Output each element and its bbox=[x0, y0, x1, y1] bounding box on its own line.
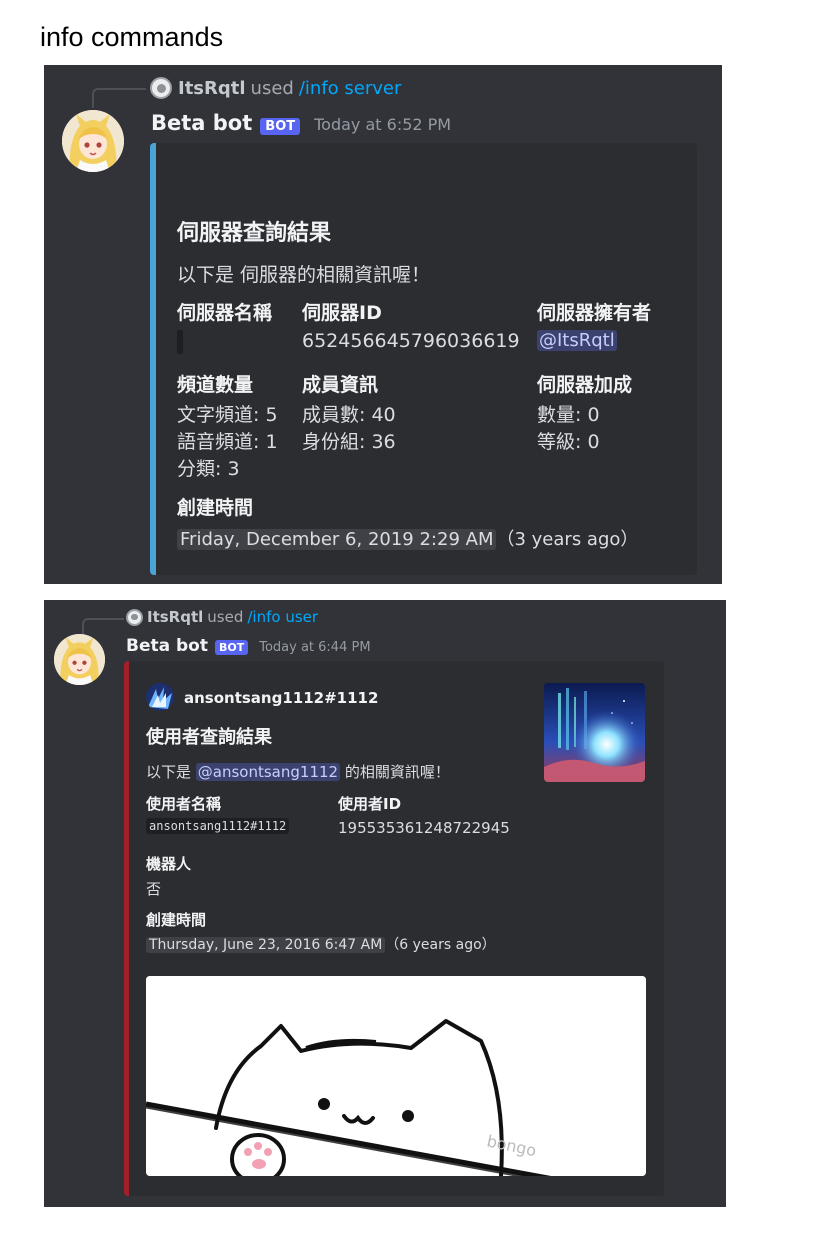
field-boost-label: 伺服器加成 bbox=[537, 374, 633, 396]
server-info-screenshot: ItsRqtl used /info server Beta bot BOT T… bbox=[44, 65, 722, 584]
field-members-label: 成員資訊 bbox=[302, 374, 379, 396]
bot-avatar[interactable] bbox=[54, 634, 105, 685]
field-bot-label: 機器人 bbox=[146, 855, 192, 873]
embed-description: 以下是 伺服器的相關資訊喔！ bbox=[177, 264, 431, 286]
description-prefix: 以下是 bbox=[146, 763, 196, 781]
created-relative: （3 years ago） bbox=[496, 529, 639, 550]
created-timestamp[interactable]: Thursday, June 23, 2016 6:47 AM bbox=[146, 937, 386, 953]
embed-thumbnail[interactable] bbox=[544, 683, 645, 782]
reply-connector bbox=[92, 88, 146, 108]
message-header: Beta bot BOT Today at 6:52 PM bbox=[151, 111, 451, 135]
reply-line[interactable]: ItsRqtl used /info user bbox=[126, 608, 318, 626]
embed-title: 伺服器查詢結果 bbox=[177, 221, 332, 246]
user-mention[interactable]: @ansontsang1112 bbox=[195, 763, 341, 781]
bot-avatar[interactable] bbox=[62, 110, 124, 172]
field-created-label: 創建時間 bbox=[177, 497, 254, 519]
field-channels-line: 語音頻道: 1 bbox=[177, 431, 278, 453]
embed-author-avatar[interactable] bbox=[146, 683, 174, 711]
field-user-id-label: 使用者ID bbox=[338, 795, 402, 813]
field-members-line: 成員數: 40 bbox=[302, 404, 396, 426]
field-server-owner-value[interactable]: @ItsRqtl bbox=[537, 330, 617, 351]
anime-girl-avatar-icon bbox=[62, 110, 124, 172]
message-timestamp[interactable]: Today at 6:44 PM bbox=[259, 640, 370, 655]
user-info-screenshot: ItsRqtl used /info user Beta bot BOT Tod… bbox=[44, 600, 726, 1207]
field-created-label: 創建時間 bbox=[146, 911, 207, 929]
username-code: ansontsang1112#1112 bbox=[146, 818, 290, 834]
page-heading: info commands bbox=[40, 22, 224, 52]
user-info-embed: ansontsang1112#1112 使用者查詢結果 以下是 @ansonts… bbox=[124, 661, 664, 1196]
anime-girl-avatar-icon bbox=[54, 634, 105, 685]
embed-title: 使用者查詢結果 bbox=[146, 727, 272, 748]
owner-mention[interactable]: @ItsRqtl bbox=[537, 330, 617, 351]
embed-description: 以下是 @ansontsang1112 的相關資訊喔！ bbox=[146, 761, 450, 782]
field-channels-line: 文字頻道: 5 bbox=[177, 404, 278, 426]
field-members-line: 身份組: 36 bbox=[302, 431, 396, 453]
bongo-cat-image: bongo bbox=[146, 976, 646, 1176]
reply-used-label: used bbox=[250, 77, 294, 99]
field-user-id-value: 195535361248722945 bbox=[338, 819, 510, 837]
embed-image[interactable]: bongo bbox=[146, 976, 646, 1176]
field-boost-line: 等級: 0 bbox=[537, 431, 600, 453]
field-bot-value: 否 bbox=[146, 880, 162, 898]
embed-accent-bar bbox=[124, 661, 129, 1196]
aurora-avatar-icon bbox=[146, 683, 174, 711]
bot-name[interactable]: Beta bot bbox=[151, 111, 252, 135]
reply-command[interactable]: /info user bbox=[247, 608, 318, 626]
bot-name[interactable]: Beta bot bbox=[126, 636, 208, 656]
field-username-label: 使用者名稱 bbox=[146, 795, 222, 813]
field-boost-line: 數量: 0 bbox=[537, 404, 600, 426]
field-username-value: ansontsang1112#1112 bbox=[146, 818, 290, 834]
created-timestamp[interactable]: Friday, December 6, 2019 2:29 AM bbox=[177, 529, 497, 550]
bot-tag: BOT bbox=[260, 118, 301, 135]
bot-tag: BOT bbox=[214, 640, 249, 655]
reply-command[interactable]: /info server bbox=[299, 78, 402, 99]
reply-used-label: used bbox=[207, 608, 244, 626]
field-created-value: Thursday, June 23, 2016 6:47 AM （6 years … bbox=[146, 934, 496, 954]
field-server-id-value: 652456645796036619 bbox=[302, 330, 520, 352]
message-header: Beta bot BOT Today at 6:44 PM bbox=[126, 636, 371, 656]
field-server-name-label: 伺服器名稱 bbox=[177, 302, 273, 324]
reply-username[interactable]: ItsRqtl bbox=[147, 608, 203, 626]
field-server-id-label: 伺服器ID bbox=[302, 302, 382, 324]
created-relative: （6 years ago） bbox=[385, 937, 496, 953]
field-channels-line: 分類: 3 bbox=[177, 458, 240, 480]
embed-accent-bar bbox=[150, 143, 156, 575]
embed-author-name[interactable]: ansontsang1112#1112 bbox=[184, 689, 378, 707]
description-suffix: 的相關資訊喔！ bbox=[340, 763, 450, 781]
discord-user-avatar-icon bbox=[150, 77, 172, 99]
reply-line[interactable]: ItsRqtl used /info server bbox=[150, 77, 401, 99]
field-created-value: Friday, December 6, 2019 2:29 AM （3 years… bbox=[177, 525, 638, 551]
server-info-embed: 伺服器查詢結果 以下是 伺服器的相關資訊喔！ 伺服器名稱 伺服器ID 65245… bbox=[150, 143, 697, 575]
field-server-name-value bbox=[177, 330, 183, 354]
reply-username[interactable]: ItsRqtl bbox=[178, 78, 246, 99]
message-timestamp[interactable]: Today at 6:52 PM bbox=[314, 115, 451, 134]
aurora-thumbnail-image bbox=[544, 683, 645, 782]
reply-connector bbox=[82, 618, 124, 636]
field-server-owner-label: 伺服器擁有者 bbox=[537, 302, 652, 324]
field-channels-label: 頻道數量 bbox=[177, 374, 254, 396]
discord-user-avatar-icon bbox=[126, 608, 143, 626]
